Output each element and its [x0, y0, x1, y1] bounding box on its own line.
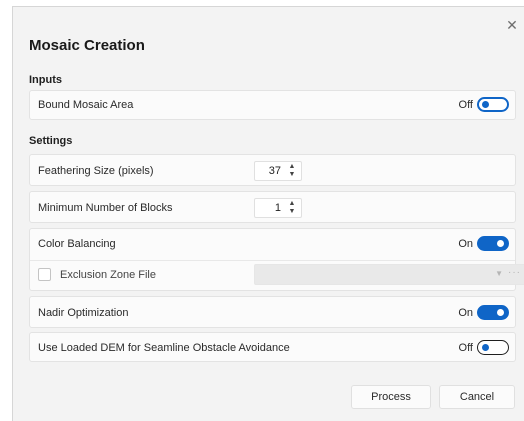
close-icon[interactable]: ✕	[504, 17, 520, 33]
nadir-optimization-toggle-group: On	[458, 305, 509, 320]
exclusion-zone-select[interactable]: ▼ ···	[254, 264, 524, 285]
exclusion-zone-label: Exclusion Zone File	[60, 269, 156, 281]
row-divider	[30, 260, 515, 261]
dialog-title: Mosaic Creation	[29, 37, 145, 54]
color-balancing-row: Color Balancing On Exclusion Zone File ▼…	[29, 228, 524, 291]
min-blocks-value: 1	[274, 202, 281, 214]
min-blocks-stepper[interactable]: 1 ▲ ▼	[254, 198, 302, 218]
seamline-dem-label: Use Loaded DEM for Seamline Obstacle Avo…	[38, 342, 290, 354]
toggle-knob	[482, 344, 489, 351]
cancel-button[interactable]: Cancel	[439, 385, 515, 409]
color-balancing-state: On	[458, 237, 473, 250]
spinner-arrows-icon[interactable]: ▲ ▼	[287, 163, 297, 179]
feathering-size-row: Feathering Size (pixels) 37 ▲ ▼	[29, 154, 516, 186]
feathering-size-value: 37	[268, 165, 281, 177]
nadir-optimization-row: Nadir Optimization On	[29, 296, 516, 328]
toggle-knob	[482, 101, 489, 108]
min-blocks-row: Minimum Number of Blocks 1 ▲ ▼	[29, 191, 516, 223]
exclusion-zone-checkbox[interactable]	[38, 268, 51, 281]
toggle-knob	[497, 240, 504, 247]
seamline-dem-row: Use Loaded DEM for Seamline Obstacle Avo…	[29, 332, 516, 362]
seamline-dem-toggle-group: Off	[459, 340, 509, 355]
settings-section-label: Settings	[29, 135, 73, 147]
seamline-dem-toggle[interactable]	[477, 340, 509, 355]
bound-mosaic-area-toggle-group: Off	[459, 97, 509, 112]
bound-mosaic-area-row: Bound Mosaic Area Off	[29, 90, 516, 120]
nadir-optimization-label: Nadir Optimization	[38, 307, 129, 319]
color-balancing-label: Color Balancing	[38, 238, 116, 250]
inputs-section-label: Inputs	[29, 74, 62, 86]
color-balancing-toggle[interactable]	[477, 236, 509, 251]
bound-mosaic-area-state: Off	[458, 98, 473, 111]
spinner-arrows-icon[interactable]: ▲ ▼	[287, 200, 297, 216]
feathering-size-stepper[interactable]: 37 ▲ ▼	[254, 161, 302, 181]
process-button[interactable]: Process	[351, 385, 431, 409]
mosaic-creation-dialog: ✕ Mosaic Creation Inputs Bound Mosaic Ar…	[12, 6, 524, 421]
bound-mosaic-area-label: Bound Mosaic Area	[38, 99, 134, 111]
bound-mosaic-area-toggle[interactable]	[477, 97, 509, 112]
toggle-knob	[497, 309, 504, 316]
min-blocks-label: Minimum Number of Blocks	[38, 202, 173, 214]
nadir-optimization-state: On	[458, 306, 473, 319]
ellipsis-icon[interactable]: ···	[508, 267, 521, 278]
chevron-down-icon: ▼	[495, 269, 503, 278]
feathering-size-label: Feathering Size (pixels)	[38, 165, 154, 177]
seamline-dem-state: Off	[458, 341, 473, 354]
color-balancing-toggle-group: On	[458, 236, 509, 251]
nadir-optimization-toggle[interactable]	[477, 305, 509, 320]
